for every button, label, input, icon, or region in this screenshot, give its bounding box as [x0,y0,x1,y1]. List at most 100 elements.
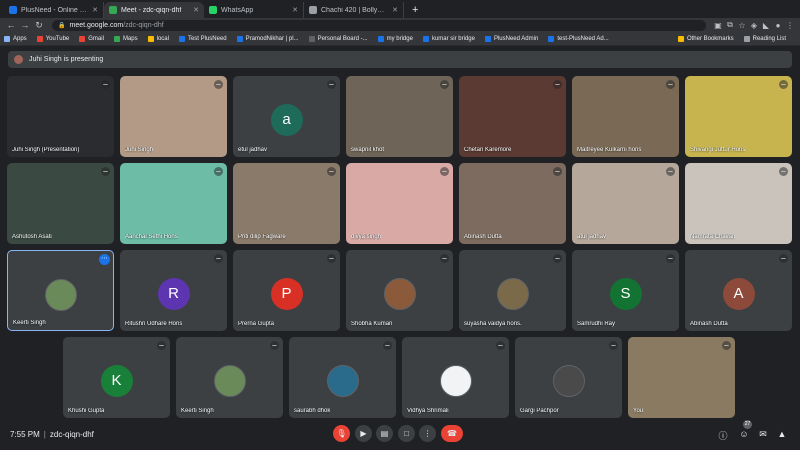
participant-tile[interactable]: ⚊ Ashutosh Asati [7,163,114,244]
participant-tile[interactable]: R ⚊ Ritushri Udhare Hons [120,250,227,331]
bookmark-item[interactable]: kumar sir bridge [422,35,475,42]
mic-off-button[interactable]: 🎙 [333,425,350,442]
participant-avatar: R [157,278,190,310]
browser-tab[interactable]: Chachi 420 | Bollywood Dialo...✕ [304,2,404,18]
participant-tile[interactable]: ⚊⋯Keerti Singh [7,250,114,331]
participant-tile[interactable]: ⚊ Maitreyee Kulkarni hons [572,76,679,157]
participant-tile[interactable]: ⚊ Chetan Karemore [459,76,566,157]
browser-tab[interactable]: WhatsApp ✕ [204,2,304,18]
bookmark-label: Personal Board -... [317,35,368,42]
bookmark-item[interactable]: Maps [113,35,138,42]
bookmark-item[interactable]: PramodNikhar | pl... [236,35,299,42]
tab-favicon-icon [109,6,117,14]
captions-button[interactable]: ▤ [376,425,393,442]
mic-muted-icon: ⚊ [327,254,336,263]
bookmark-item[interactable]: my bridge [377,35,413,42]
star-icon[interactable]: ☆ [736,21,748,30]
participant-tile[interactable]: a ⚊ etul jadhav [233,76,340,157]
bookmark-item[interactable]: Gmail [79,35,104,42]
reload-icon[interactable]: ↻ [32,20,46,31]
menu-icon[interactable]: ⋮ [784,21,796,30]
leave-call-button[interactable]: ☎ [441,425,463,442]
participant-tile[interactable]: ⚊ Gargi Pachpor [515,337,622,418]
extension-icon[interactable]: ◈ [748,21,760,30]
participant-avatar: K [100,365,133,397]
mic-muted-icon: ⚊ [440,80,449,89]
people-icon[interactable]: ☺ [737,429,751,439]
url-input[interactable]: 🔒 meet.google.com/zdc-qiqn-dhf [52,19,706,31]
share-icon[interactable]: ⧉ [724,20,736,30]
participant-tile[interactable]: ⚊ Vidhya Shrimali [402,337,509,418]
bookmark-label: my bridge [386,35,413,42]
participant-tile[interactable]: ⚊ divya singh [346,163,453,244]
bookmark-item[interactable]: PlusNeed Admin [484,35,538,42]
bookmark-favicon-icon [147,35,154,42]
activities-icon[interactable]: ▲ [775,429,789,439]
participant-tile[interactable]: ⚊ Shivangi Juttur Hons [685,76,792,157]
participant-avatar [44,279,77,311]
participant-avatar: P [270,278,303,310]
reading-list-label: Reading List [752,35,786,42]
tab-close-icon[interactable]: ✕ [292,6,298,14]
participant-tile[interactable]: ⚊ Namrata Chavan [685,163,792,244]
forward-icon[interactable]: → [18,20,32,30]
bookmark-item[interactable]: Test PlusNeed [178,35,227,42]
browser-tab[interactable]: Meet - zdc-qiqn-dhf ✕ [104,2,204,18]
puzzle-icon[interactable]: ◣ [760,21,772,30]
participant-tile[interactable]: A ⚊ Abinash Dutta [685,250,792,331]
participant-name: Keerti Singh [13,320,46,326]
present-button[interactable]: □ [398,425,415,442]
mic-muted-icon: ⚊ [440,167,449,176]
reading-list[interactable]: Reading List [743,35,786,42]
profile-icon[interactable]: ● [772,21,784,30]
participant-tile[interactable]: K ⚊ Khushi Gupta [63,337,170,418]
participant-tile[interactable]: ⚊ Abinash Dutta [459,163,566,244]
tab-close-icon[interactable]: ✕ [392,6,398,14]
more-options-button[interactable]: ⋮ [419,425,436,442]
participant-tile[interactable]: ⚊ Priti dilip Fagware [233,163,340,244]
back-icon[interactable]: ← [4,20,18,30]
tab-close-icon[interactable]: ✕ [92,6,98,14]
participant-tile[interactable]: ⚊ Aanchal Sethi Hons [120,163,227,244]
participant-name: You [633,408,644,414]
other-bookmarks[interactable]: Other Bookmarks [677,35,734,42]
mic-muted-icon: ⚊ [666,167,675,176]
bookmark-item[interactable]: Personal Board -... [308,35,368,42]
tab-favicon-icon [209,6,217,14]
participant-tile[interactable]: ⚊ saurabh dhok [289,337,396,418]
participant-tile[interactable]: S ⚊ Samrudhi Ray [572,250,679,331]
browser-tab-strip: PlusNeed - Online Tuition with✕Meet - zd… [0,0,800,18]
participant-name: Abinash Dutta [464,234,502,240]
address-bar-row: ← → ↻ 🔒 meet.google.com/zdc-qiqn-dhf ▣ ⧉… [0,18,800,32]
presenting-banner: Juhi Singh is presenting [8,51,792,68]
participant-tile[interactable]: ⚊ You [628,337,735,418]
camera-icon[interactable]: ▣ [712,21,724,30]
browser-tab[interactable]: PlusNeed - Online Tuition with✕ [4,2,104,18]
participant-tile[interactable]: ⚊ atul jadhav [572,163,679,244]
participant-tile[interactable]: ⚊ Juhi Singh [120,76,227,157]
bookmark-favicon-icon [422,35,429,42]
participant-tile[interactable]: ⚊ swapnil khot [346,76,453,157]
participant-tile[interactable]: ⚊ Shobha Kumari [346,250,453,331]
bookmark-item[interactable]: Apps [4,35,27,42]
info-icon[interactable]: ⓘ [716,429,730,442]
participant-tile[interactable]: ⚊ Juhi Singh (Presentation) [7,76,114,157]
chat-icon[interactable]: ✉ [756,429,770,440]
participant-name: Samrudhi Ray [577,321,616,327]
new-tab-button[interactable]: + [404,2,426,18]
tab-close-icon[interactable]: ✕ [193,6,199,14]
participant-tile[interactable]: ⚊ Keerti Singh [176,337,283,418]
bookmark-item[interactable]: YouTube [36,35,69,42]
participant-tile[interactable]: ⚊ suyasha vaidya hons. [459,250,566,331]
camera-button[interactable]: ▶ [355,425,372,442]
participant-name: atul jadhav [577,234,607,240]
meeting-code: zdc-qiqn-dhf [49,430,94,439]
participant-tile[interactable]: P ⚊ Prerna Gupta [233,250,340,331]
tab-favicon-icon [9,6,17,14]
participant-name: Gargi Pachpor [520,408,559,414]
more-options-icon[interactable]: ⋯ [99,254,110,265]
mic-muted-icon: ⚊ [101,80,110,89]
bookmark-item[interactable]: test-PlusNeed Ad... [548,35,609,42]
mic-muted-icon: ⚊ [553,167,562,176]
bookmark-item[interactable]: local [147,35,169,42]
